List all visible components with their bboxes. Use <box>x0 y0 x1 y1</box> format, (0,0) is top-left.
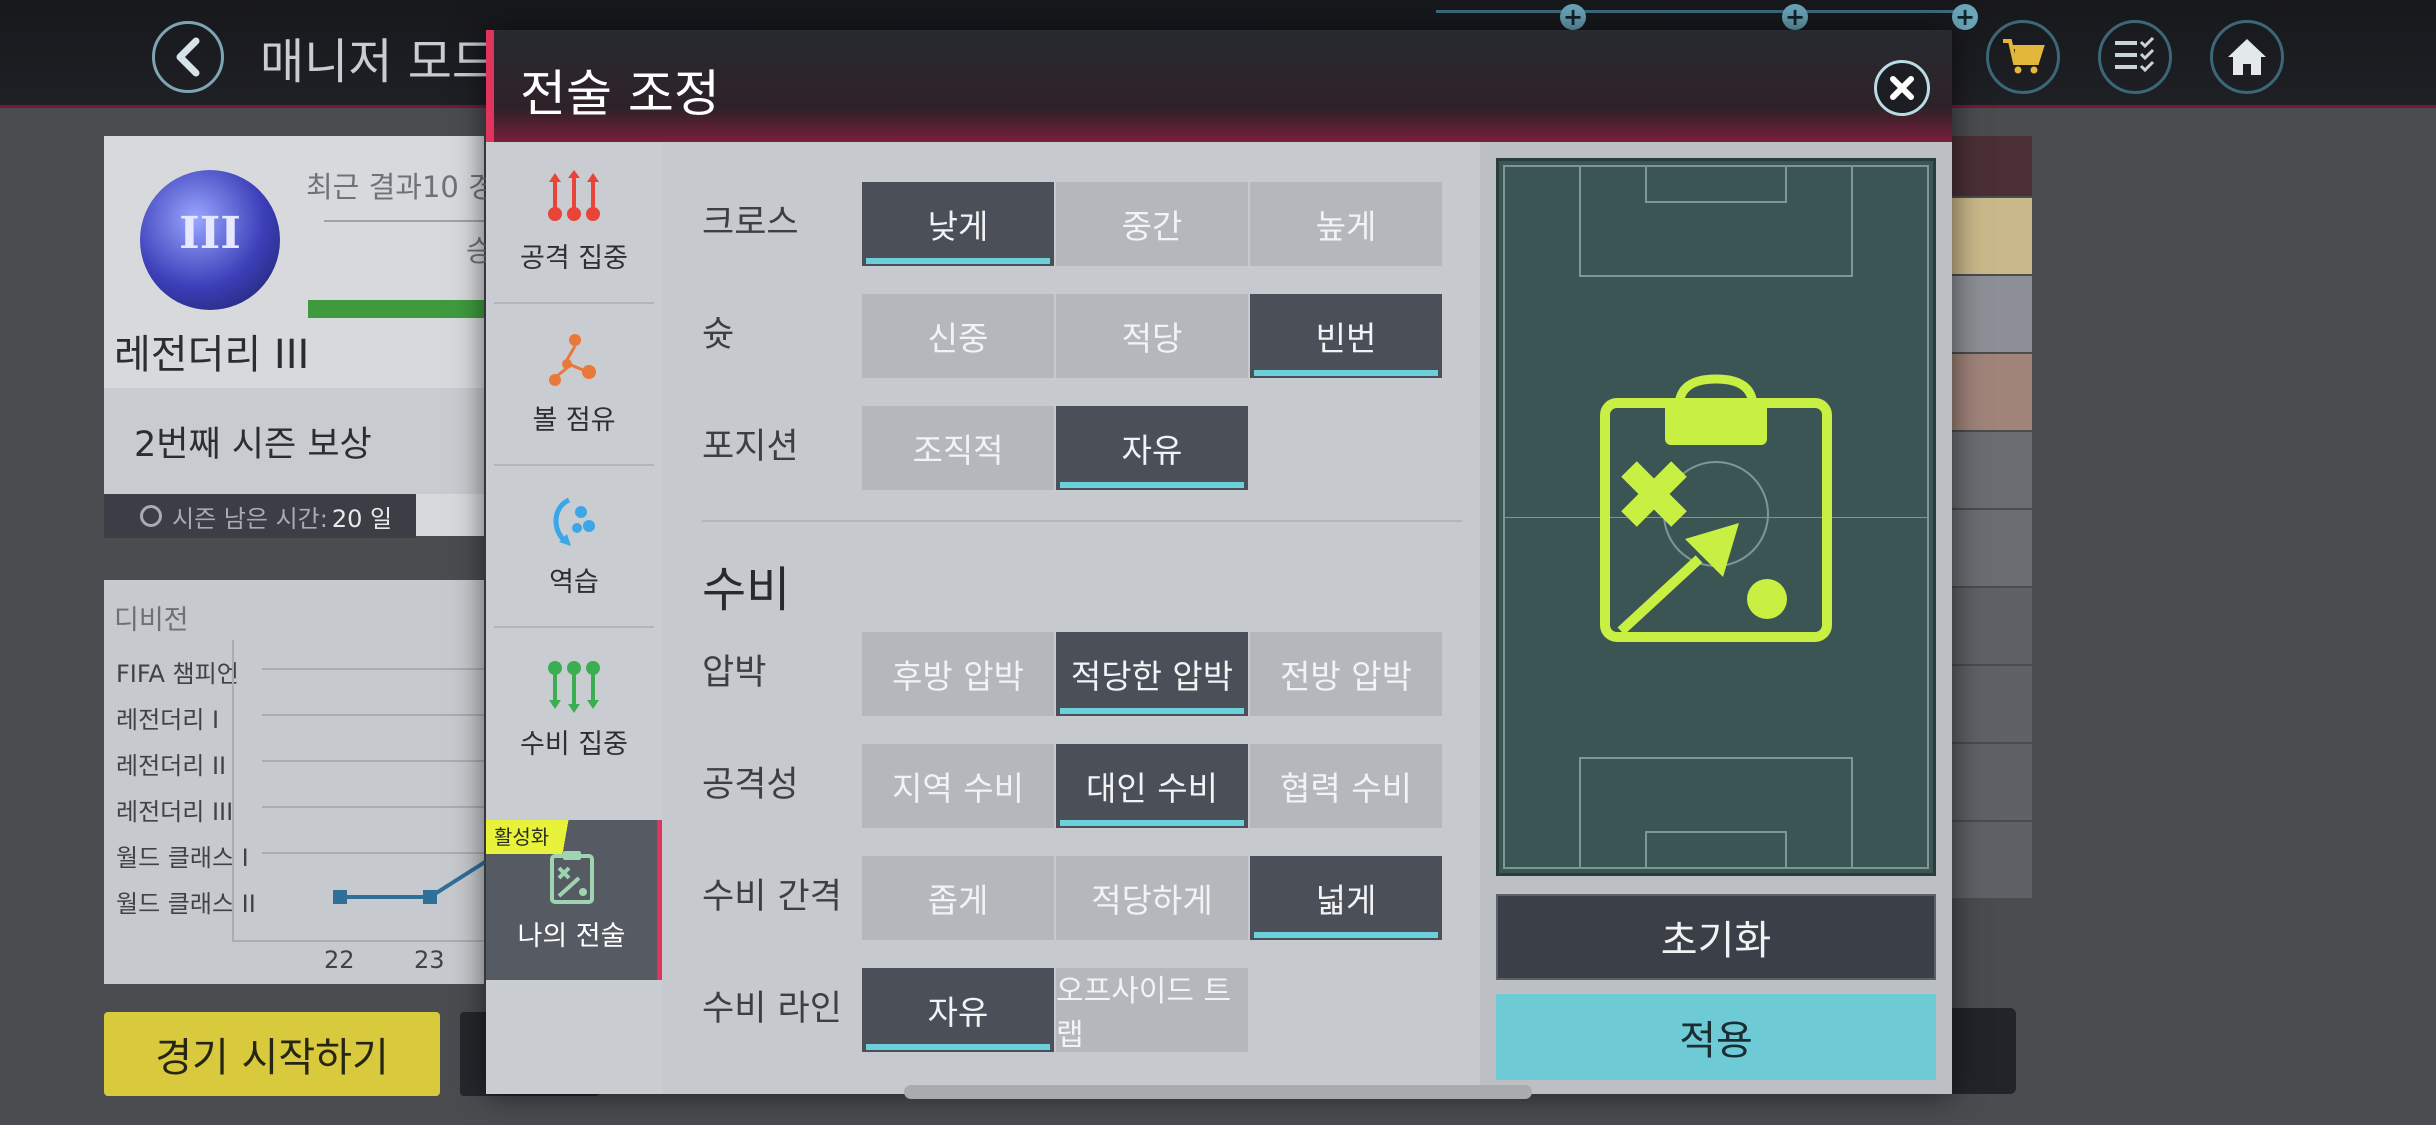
nav-counter-attack[interactable]: 역습 <box>486 466 662 626</box>
back-arrow-icon <box>176 37 200 77</box>
nav-defense-focus[interactable]: 수비 집중 <box>486 628 662 788</box>
tactics-nav: 공격 집중 볼 점유 역습 수비 집중 활성화 나의 전술 <box>486 142 662 1094</box>
setting-label-position: 포지션 <box>702 427 799 467</box>
defense-focus-icon <box>548 660 600 713</box>
option-width-wide[interactable]: 넓게 <box>1250 856 1442 940</box>
nav-label: 수비 집중 <box>520 728 628 760</box>
setting-label-defense-line: 수비 라인 <box>702 989 842 1029</box>
tactics-preview-panel: 초기화 적용 <box>1480 142 1952 1094</box>
chart-tier-label: 레전더리 I <box>116 706 220 734</box>
my-tactics-icon <box>549 850 594 904</box>
slot-add-icon[interactable]: + <box>1782 4 1808 30</box>
option-line-free[interactable]: 자유 <box>862 968 1054 1052</box>
setting-label-cross: 크로스 <box>702 203 799 243</box>
nav-my-tactics[interactable]: 활성화 나의 전술 <box>486 820 662 980</box>
chart-tier-label: FIFA 챔피언 <box>116 660 239 688</box>
nav-label: 역습 <box>549 566 599 598</box>
option-position-organized[interactable]: 조직적 <box>862 406 1054 490</box>
recent-results-label: 최근 결과10 경 <box>306 170 495 204</box>
chart-point <box>333 890 347 904</box>
modal-header: 전술 조정 <box>486 30 1952 142</box>
chart-tier-label: 레전더리 III <box>116 798 234 826</box>
modal-title: 전술 조정 <box>520 65 720 123</box>
option-line-offside-trap[interactable]: 오프사이드 트랩 <box>1056 968 1248 1053</box>
nav-possession[interactable]: 볼 점유 <box>486 304 662 464</box>
start-match-button[interactable]: 경기 시작하기 <box>104 1012 440 1096</box>
setting-label-pressure: 압박 <box>702 653 767 693</box>
stopwatch-icon <box>140 505 162 527</box>
counter-attack-icon <box>553 497 595 546</box>
season-reward-label: 2번째 시즌 보상 <box>134 425 372 465</box>
top-slot-bar: + + + <box>1436 0 1978 30</box>
chart-x-tick: 23 <box>414 946 445 974</box>
nav-label: 공격 집중 <box>520 242 628 274</box>
option-cross-mid[interactable]: 중간 <box>1056 182 1248 266</box>
slot-add-icon[interactable]: + <box>1560 4 1586 30</box>
chart-title: 디비전 <box>114 605 189 636</box>
option-pressure-front[interactable]: 전방 압박 <box>1250 632 1442 716</box>
setting-label-shot: 슛 <box>702 315 735 355</box>
option-cooperative-defense[interactable]: 협력 수비 <box>1250 744 1442 828</box>
setting-label-aggression: 공격성 <box>702 765 799 805</box>
option-position-free[interactable]: 자유 <box>1056 406 1248 490</box>
reset-button[interactable]: 초기화 <box>1496 894 1936 980</box>
tactics-modal: 전술 조정 공격 집중 볼 점유 역습 수비 집중 활성화 나의 전술 크로스 … <box>486 30 1952 1094</box>
scrollbar-thumb[interactable] <box>904 1085 1532 1099</box>
apply-button[interactable]: 적용 <box>1496 994 1936 1080</box>
chart-tier-label: 월드 클래스 I <box>116 844 249 872</box>
option-pressure-back[interactable]: 후방 압박 <box>862 632 1054 716</box>
attack-focus-icon <box>548 169 600 221</box>
option-shot-careful[interactable]: 신중 <box>862 294 1054 378</box>
season-time-remaining: 시즌 남은 시간: 20 일 <box>104 494 416 538</box>
option-man-marking[interactable]: 대인 수비 <box>1056 744 1248 828</box>
recent-results-bar <box>308 300 484 318</box>
cart-icon <box>2003 39 2045 74</box>
close-button[interactable] <box>1874 60 1930 116</box>
option-width-moderate[interactable]: 적당하게 <box>1056 856 1248 940</box>
option-zone-defense[interactable]: 지역 수비 <box>862 744 1054 828</box>
page-title: 매니저 모드 <box>260 34 497 90</box>
option-pressure-moderate[interactable]: 적당한 압박 <box>1056 632 1248 716</box>
checklist-button[interactable] <box>2098 20 2172 94</box>
side-action-button[interactable] <box>1950 1008 2016 1094</box>
tactics-board-icon <box>1600 374 1832 642</box>
slot-add-icon[interactable]: + <box>1952 4 1978 30</box>
division-chart <box>104 580 484 984</box>
chart-tier-label: 레전더리 II <box>116 752 227 780</box>
active-badge: 활성화 <box>486 820 590 854</box>
close-icon <box>1890 76 1914 100</box>
league-emblem: III <box>140 170 280 310</box>
section-divider <box>702 520 1462 522</box>
home-button[interactable] <box>2210 20 2284 94</box>
option-shot-frequent[interactable]: 빈번 <box>1250 294 1442 378</box>
back-button[interactable] <box>152 21 224 93</box>
tier-name: 레전더리 III <box>114 332 310 378</box>
tactics-settings: 크로스 낮게 중간 높게 슛 신중 적당 빈번 포지션 조직적 자유 수비 압박… <box>662 142 1480 1094</box>
right-list <box>1950 136 2032 976</box>
option-cross-high[interactable]: 높게 <box>1250 182 1442 266</box>
option-width-narrow[interactable]: 좁게 <box>862 856 1054 940</box>
possession-icon <box>549 333 596 386</box>
pitch-preview <box>1496 158 1936 876</box>
option-shot-moderate[interactable]: 적당 <box>1056 294 1248 378</box>
nav-attack-focus[interactable]: 공격 집중 <box>486 142 662 302</box>
nav-label: 나의 전술 <box>517 920 626 952</box>
division-trend-line <box>333 860 487 904</box>
nav-label: 볼 점유 <box>532 404 616 436</box>
home-icon <box>2228 39 2266 75</box>
chart-point <box>423 890 437 904</box>
shop-button[interactable] <box>1986 20 2060 94</box>
section-title-defense: 수비 <box>702 562 791 618</box>
chart-tier-label: 월드 클래스 II <box>116 890 256 918</box>
checklist-icon <box>2115 37 2155 73</box>
option-cross-low[interactable]: 낮게 <box>862 182 1054 266</box>
chart-x-tick: 22 <box>324 946 355 974</box>
setting-label-defense-width: 수비 간격 <box>702 877 842 917</box>
